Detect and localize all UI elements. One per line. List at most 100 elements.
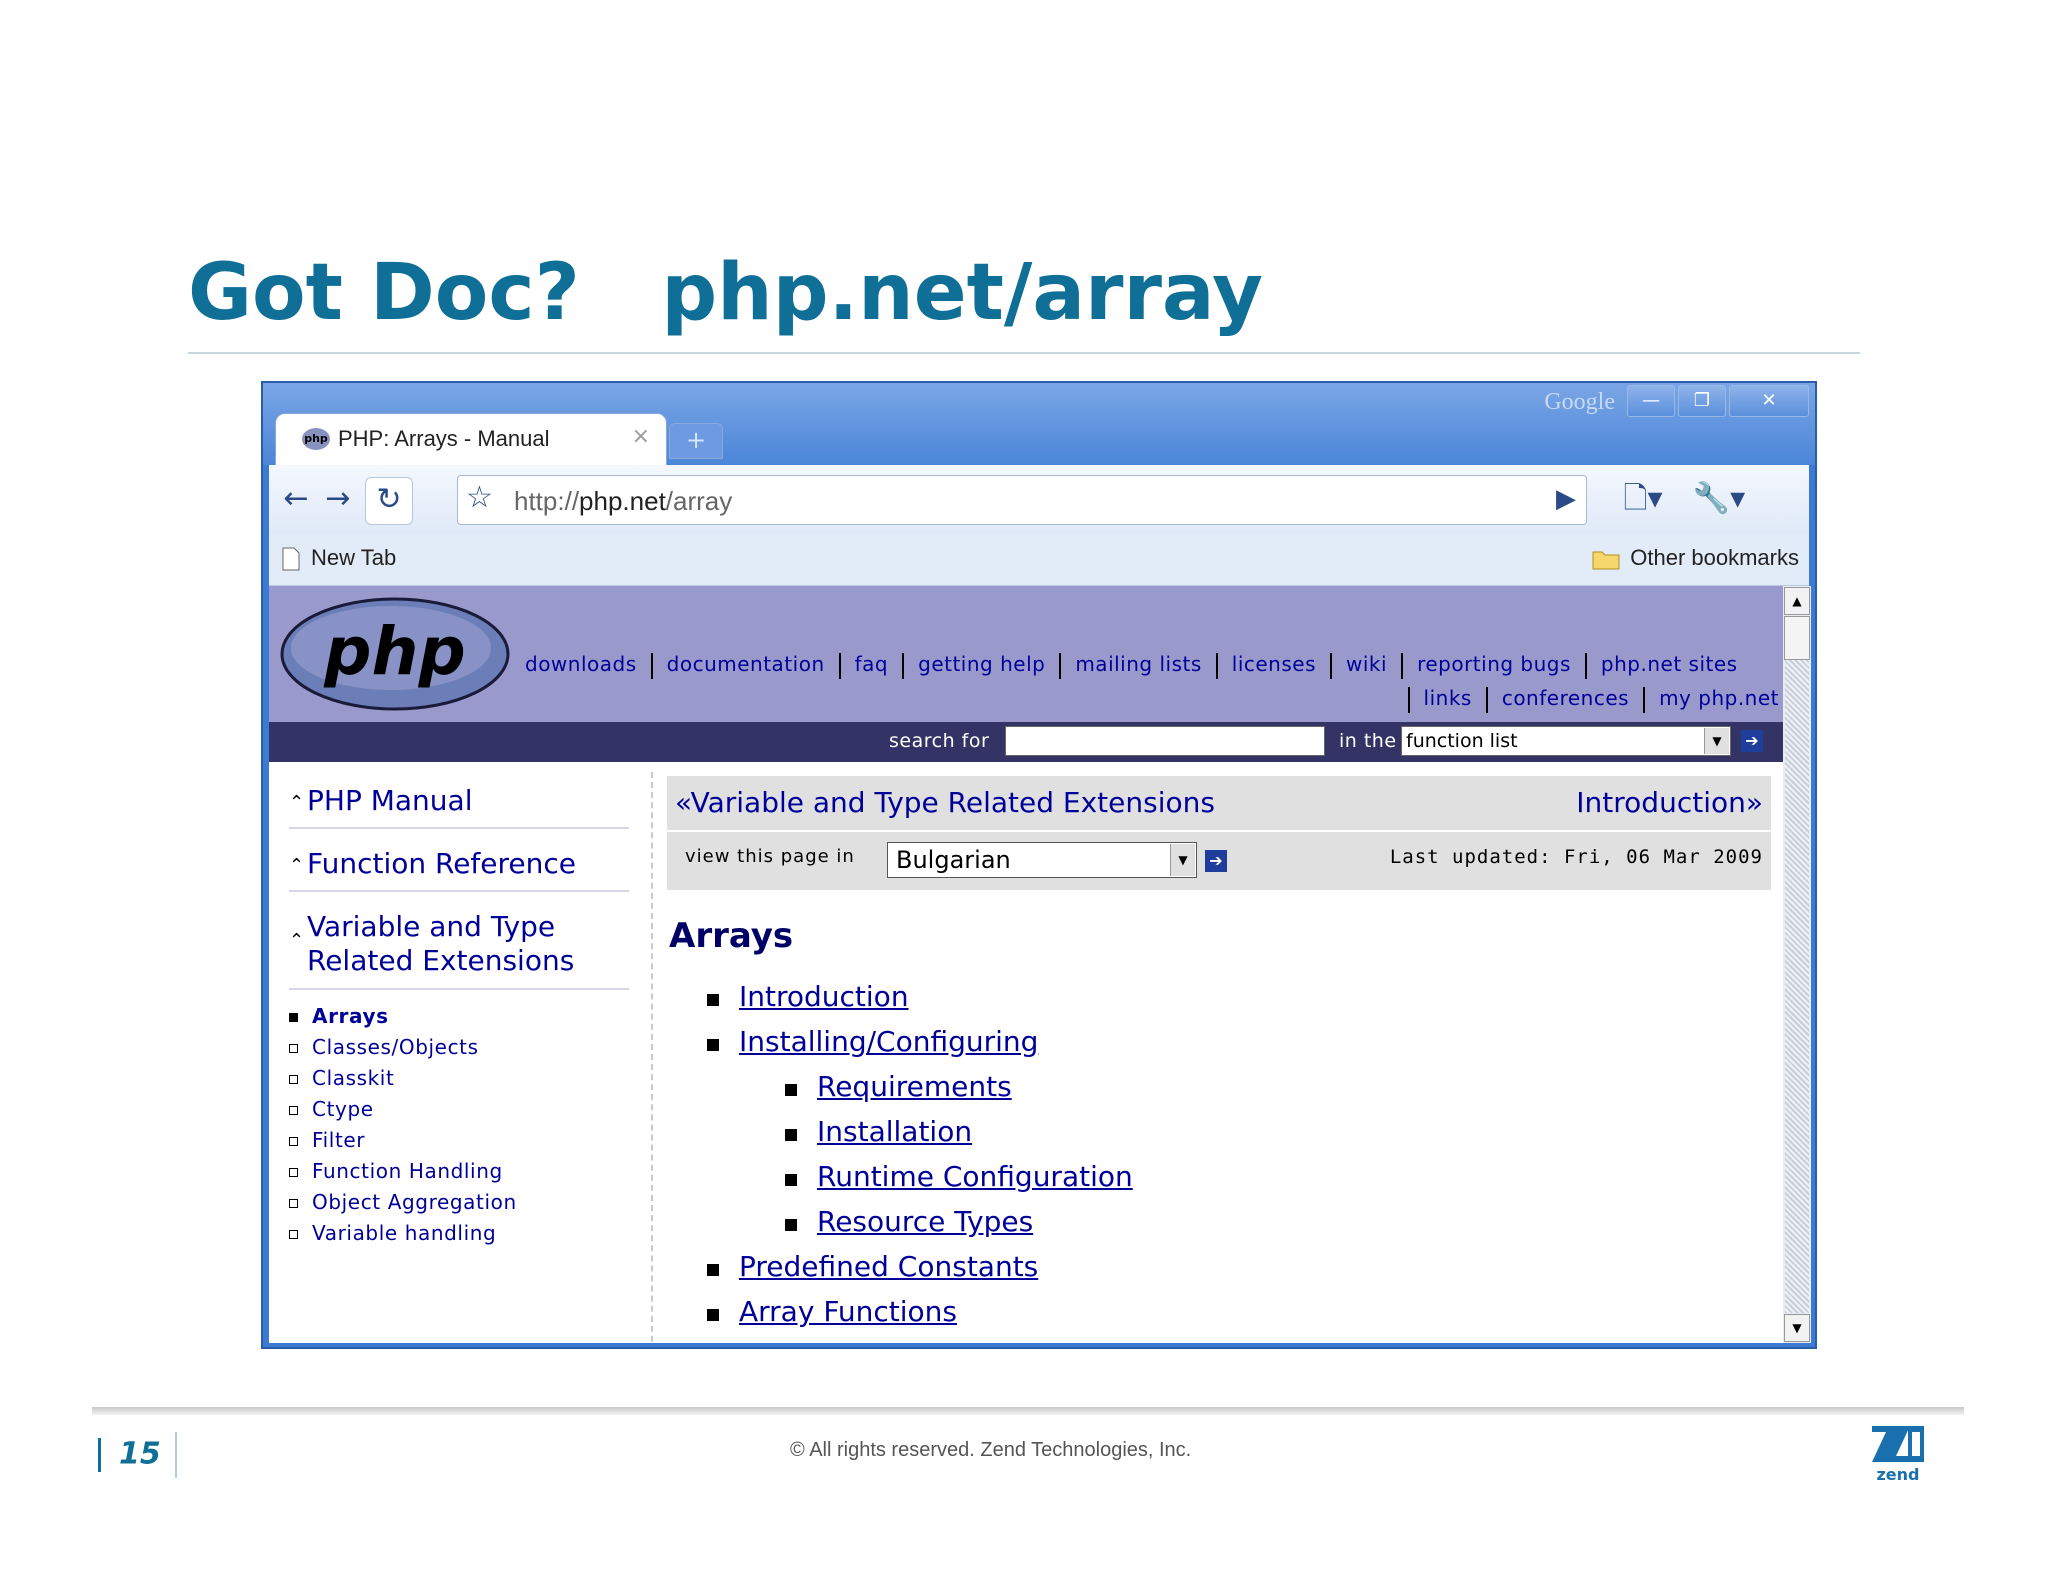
php-header: php downloads documentation faq getting hel… bbox=[269, 586, 1783, 722]
other-bookmarks[interactable]: Other bookmarks bbox=[1592, 545, 1799, 571]
language-go-icon[interactable]: ➔ bbox=[1205, 850, 1227, 872]
search-label: search for bbox=[889, 730, 990, 752]
language-select[interactable]: Bulgarian ▼ bbox=[887, 842, 1197, 878]
bookmarks-bar: New Tab Other bookmarks bbox=[269, 535, 1809, 586]
square-bullet-icon bbox=[289, 1230, 298, 1239]
left-navigation: ⌃ PHP Manual ⌃ Function Reference ⌃ Vari… bbox=[289, 776, 629, 1268]
double-caret-icon: ⌃ bbox=[289, 792, 305, 813]
reload-icon[interactable]: ↻ bbox=[365, 477, 413, 525]
php-nav-documentation[interactable]: documentation bbox=[667, 652, 825, 676]
vertical-scrollbar[interactable]: ▲ ▼ bbox=[1783, 586, 1811, 1343]
toc-link[interactable]: Predefined Constants bbox=[707, 1250, 1771, 1295]
column-divider bbox=[651, 772, 653, 1343]
maximize-button[interactable]: ❐ bbox=[1678, 385, 1726, 417]
svg-text:zend: zend bbox=[1876, 1465, 1919, 1482]
php-nav-conferences[interactable]: conferences bbox=[1502, 686, 1629, 710]
nav-php-manual[interactable]: PHP Manual bbox=[289, 784, 629, 817]
go-arrow-icon[interactable]: ▶ bbox=[1556, 484, 1576, 514]
web-content: php downloads documentation faq getting hel… bbox=[269, 586, 1783, 1343]
nav-variable-type[interactable]: Variable and Type Related Extensions bbox=[289, 910, 629, 978]
prev-page-link[interactable]: «Variable and Type Related Extensions bbox=[675, 786, 1215, 819]
php-nav-php-net-sites[interactable]: php.net sites bbox=[1601, 652, 1738, 676]
nav-separator bbox=[1584, 652, 1587, 679]
url-text[interactable]: http://php.net/array bbox=[514, 486, 732, 517]
new-tab-button[interactable]: + bbox=[669, 423, 723, 459]
square-bullet-icon bbox=[289, 1075, 298, 1084]
dropdown-arrow-icon: ▼ bbox=[1170, 844, 1195, 876]
php-nav-my-php-net[interactable]: my php.net bbox=[1659, 686, 1779, 710]
search-scope-select[interactable]: function list ▼ bbox=[1401, 726, 1731, 756]
left-nav-list: Arrays Classes/Objects Classkit Ctype Filter… bbox=[289, 1004, 629, 1252]
scroll-thumb[interactable] bbox=[1784, 616, 1810, 660]
left-nav-item[interactable]: Variable handling bbox=[289, 1221, 629, 1252]
manual-navbox: «Variable and Type Related Extensions In… bbox=[667, 776, 1771, 890]
browser-window: Google — ❐ ✕ php PHP: Arrays - Manual × … bbox=[261, 381, 1817, 1349]
toc-link[interactable]: Runtime Configuration bbox=[785, 1160, 1771, 1205]
nav-separator bbox=[1401, 652, 1404, 679]
wrench-menu-icon[interactable]: 🔧▾ bbox=[1689, 477, 1749, 523]
nav-separator bbox=[1407, 686, 1410, 713]
square-bullet-icon bbox=[289, 1044, 298, 1053]
php-search-bar: search for in the function list ▼ ➔ bbox=[269, 722, 1783, 762]
nav-separator bbox=[838, 652, 841, 679]
bookmark-new-tab[interactable]: New Tab bbox=[281, 545, 396, 571]
php-nav-downloads[interactable]: downloads bbox=[525, 652, 637, 676]
main-content: «Variable and Type Related Extensions In… bbox=[667, 776, 1771, 1340]
left-nav-item[interactable]: Object Aggregation bbox=[289, 1190, 629, 1221]
next-page-link[interactable]: Introduction» bbox=[1576, 786, 1763, 819]
php-nav-faq[interactable]: faq bbox=[855, 652, 889, 676]
forward-arrow-icon[interactable]: → bbox=[315, 477, 361, 523]
toc-link[interactable]: Array Functions bbox=[707, 1295, 1771, 1340]
square-bullet-icon bbox=[289, 1106, 298, 1115]
left-nav-item-label: Arrays bbox=[312, 1004, 389, 1028]
toc-link[interactable]: Installation bbox=[785, 1115, 1771, 1160]
php-logo[interactable]: php bbox=[279, 596, 511, 712]
left-nav-item[interactable]: Function Handling bbox=[289, 1159, 629, 1190]
toc-link[interactable]: Requirements bbox=[785, 1070, 1771, 1115]
search-go-icon[interactable]: ➔ bbox=[1741, 730, 1763, 752]
toc-link[interactable]: Installing/Configuring bbox=[707, 1025, 1771, 1070]
nav-function-reference[interactable]: Function Reference bbox=[289, 847, 629, 880]
bookmark-star-icon[interactable]: ☆ bbox=[466, 480, 493, 515]
left-nav-item-label: Filter bbox=[312, 1128, 366, 1152]
brand-label: Google bbox=[1544, 389, 1615, 415]
php-nav-links[interactable]: links bbox=[1424, 686, 1472, 710]
copyright-text: © All rights reserved. Zend Technologies… bbox=[790, 1439, 1192, 1461]
left-nav-item[interactable]: Ctype bbox=[289, 1097, 629, 1128]
left-nav-item-label: Function Handling bbox=[312, 1159, 503, 1183]
window-titlebar: Google — ❐ ✕ php PHP: Arrays - Manual × … bbox=[263, 383, 1815, 465]
page-icon bbox=[282, 547, 300, 571]
php-nav-wiki[interactable]: wiki bbox=[1346, 652, 1387, 676]
browser-tab[interactable]: php PHP: Arrays - Manual × bbox=[275, 413, 667, 465]
tab-title: PHP: Arrays - Manual bbox=[338, 426, 550, 451]
left-nav-item[interactable]: Arrays bbox=[289, 1004, 629, 1035]
last-updated: Last updated: Fri, 06 Mar 2009 bbox=[1389, 846, 1763, 868]
php-nav-mailing-lists[interactable]: mailing lists bbox=[1075, 652, 1201, 676]
tab-close-icon[interactable]: × bbox=[632, 424, 650, 449]
in-the-label: in the bbox=[1339, 730, 1397, 752]
minimize-button[interactable]: — bbox=[1627, 385, 1675, 417]
toc-list: Introduction Installing/Configuring Requir… bbox=[667, 980, 1771, 1340]
close-window-button[interactable]: ✕ bbox=[1729, 385, 1809, 417]
scroll-up-icon[interactable]: ▲ bbox=[1784, 587, 1810, 615]
back-arrow-icon[interactable]: ← bbox=[273, 477, 319, 523]
nav-separator bbox=[1485, 686, 1488, 713]
nav-separator bbox=[1643, 686, 1646, 713]
footer-divider bbox=[92, 1407, 1964, 1415]
nav-separator bbox=[1215, 652, 1218, 679]
php-nav-reporting-bugs[interactable]: reporting bugs bbox=[1417, 652, 1571, 676]
left-nav-item[interactable]: Classes/Objects bbox=[289, 1035, 629, 1066]
left-nav-item[interactable]: Filter bbox=[289, 1128, 629, 1159]
scroll-down-icon[interactable]: ▼ bbox=[1784, 1314, 1810, 1342]
toc-link[interactable]: Resource Types bbox=[785, 1205, 1771, 1250]
php-nav-getting-help[interactable]: getting help bbox=[918, 652, 1045, 676]
dropdown-arrow-icon: ▼ bbox=[1704, 728, 1729, 754]
page-menu-icon[interactable]: 🗋▾ bbox=[1613, 477, 1673, 523]
php-nav-licenses[interactable]: licenses bbox=[1232, 652, 1316, 676]
search-input[interactable] bbox=[1005, 726, 1325, 756]
toc-link[interactable]: Introduction bbox=[707, 980, 1771, 1025]
left-nav-item[interactable]: Classkit bbox=[289, 1066, 629, 1097]
address-bar[interactable]: ☆ http://php.net/array ▶ bbox=[457, 475, 1587, 525]
left-nav-item-label: Object Aggregation bbox=[312, 1190, 517, 1214]
browser-toolbar: ← → ↻ ☆ http://php.net/array ▶ 🗋▾ 🔧▾ bbox=[269, 465, 1809, 535]
